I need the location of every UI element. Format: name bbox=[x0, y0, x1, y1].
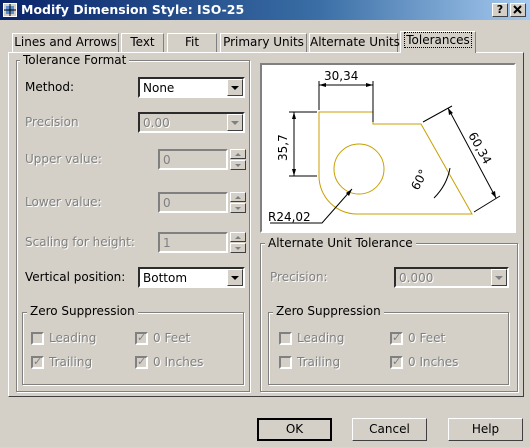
tab-tolerances-label: Tolerances bbox=[404, 32, 472, 48]
close-icon bbox=[513, 5, 522, 14]
close-window-button[interactable] bbox=[510, 3, 526, 17]
tab-panel bbox=[8, 52, 524, 397]
tab-primary-units[interactable]: Primary Units bbox=[220, 33, 307, 52]
zero-suppression-right-title: Zero Suppression bbox=[273, 304, 384, 318]
title-bar: Modify Dimension Style: ISO-25 ? bbox=[0, 0, 530, 20]
tab-lines-and-arrows[interactable]: Lines and Arrows bbox=[12, 33, 119, 52]
tolerance-format-title: Tolerance Format bbox=[20, 53, 130, 67]
window-title: Modify Dimension Style: ISO-25 bbox=[21, 2, 245, 17]
ok-button[interactable]: OK bbox=[257, 418, 332, 441]
zero-suppression-left-title: Zero Suppression bbox=[27, 304, 138, 318]
help-button[interactable]: Help bbox=[448, 418, 523, 441]
tab-alternate-units[interactable]: Alternate Units bbox=[309, 33, 400, 52]
app-icon bbox=[3, 3, 17, 17]
tab-tolerances[interactable]: Tolerances bbox=[400, 31, 476, 53]
tab-fit[interactable]: Fit bbox=[167, 33, 217, 52]
cancel-button[interactable]: Cancel bbox=[352, 418, 427, 441]
tab-text[interactable]: Text bbox=[121, 33, 164, 52]
help-title-button[interactable]: ? bbox=[492, 3, 508, 17]
alternate-tolerance-title: Alternate Unit Tolerance bbox=[265, 236, 416, 250]
